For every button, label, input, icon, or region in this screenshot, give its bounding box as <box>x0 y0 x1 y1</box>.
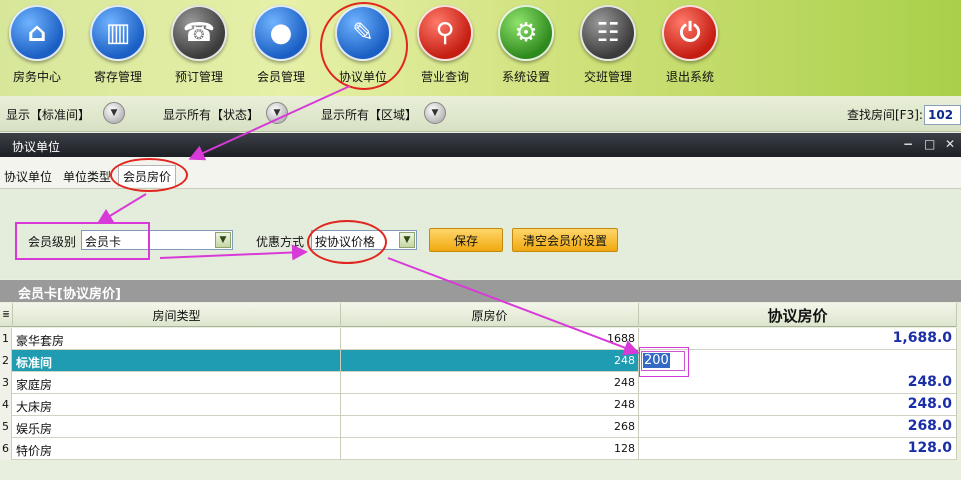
agreement-price-cell[interactable]: 248.0 <box>639 394 957 416</box>
toolbar-label: 会员管理 <box>256 70 305 84</box>
annotation-oval-discount <box>307 220 387 264</box>
show-status-label: 显示所有【状态】 <box>163 108 260 122</box>
show-area-dropdown[interactable]: ▼ <box>424 102 446 124</box>
room-type-cell[interactable]: 特价房 <box>13 438 341 460</box>
toolbar-label: 寄存管理 <box>93 70 142 84</box>
toolbar-label: 交班管理 <box>583 70 632 84</box>
show-type-dropdown[interactable]: ▼ <box>103 102 125 124</box>
annotation-box-level <box>15 222 150 260</box>
chevron-down-icon: ▼ <box>273 108 281 118</box>
original-price-cell[interactable]: 248 <box>341 394 639 416</box>
table-row[interactable]: 1 豪华套房 1688 1,688.0 <box>0 328 957 350</box>
save-button[interactable]: 保存 <box>429 228 503 252</box>
gear-icon: ⚙ <box>498 5 554 61</box>
room-type-cell[interactable]: 娱乐房 <box>13 416 341 438</box>
toolbar-item-shift[interactable]: ☷ 交班管理 <box>571 5 645 85</box>
row-number: 3 <box>0 372 12 394</box>
close-icon[interactable]: ✕ <box>945 137 955 151</box>
toolbar-item-storage[interactable]: ▥ 寄存管理 <box>81 5 155 85</box>
table-row-selected[interactable]: 2 标准间 248 200 <box>0 350 957 372</box>
house-icon: ⌂ <box>9 5 65 61</box>
toolbar-item-exit[interactable]: ⏻ 退出系统 <box>653 5 727 85</box>
row-number: 1 <box>0 328 12 350</box>
chevron-down-icon: ▼ <box>431 108 439 118</box>
toolbar-item-business-query[interactable]: ⚲ 营业查询 <box>408 5 482 85</box>
table-header: ≣ 房间类型 原房价 协议房价 <box>0 303 957 327</box>
row-indicator-icon: ≣ <box>0 303 13 327</box>
original-price-cell[interactable]: 248 <box>341 350 639 372</box>
toolbar-item-settings[interactable]: ⚙ 系统设置 <box>489 5 563 85</box>
show-area-label: 显示所有【区域】 <box>321 108 418 122</box>
group-icon: ☷ <box>580 5 636 61</box>
header-agreement-price[interactable]: 协议房价 <box>639 303 957 327</box>
room-type-cell[interactable]: 标准间 <box>13 350 341 372</box>
table-row[interactable]: 5 娱乐房 268 268.0 <box>0 416 957 438</box>
original-price-cell[interactable]: 268 <box>341 416 639 438</box>
maximize-icon[interactable]: □ <box>924 137 935 151</box>
discount-method-label: 优惠方式 <box>256 235 305 249</box>
main-toolbar: ⌂ 房务中心 ▥ 寄存管理 ☎ 预订管理 ● 会员管理 ✎ 协议单位 ⚲ 营业查… <box>0 0 961 96</box>
magnifier-icon: ⚲ <box>417 5 473 61</box>
grid-caption: 会员卡[协议房价] <box>0 280 961 302</box>
toolbar-item-member[interactable]: ● 会员管理 <box>244 5 318 85</box>
minimize-icon[interactable]: − <box>903 137 913 151</box>
agreement-price-cell[interactable]: 268.0 <box>639 416 957 438</box>
search-room-input[interactable]: 102 <box>924 105 961 125</box>
toolbar-label: 系统设置 <box>501 70 550 84</box>
annotation-oval-tab <box>110 158 188 192</box>
header-original-price[interactable]: 原房价 <box>341 303 639 327</box>
tab-unit-type[interactable]: 单位类型 <box>63 168 111 185</box>
chevron-down-icon: ▼ <box>215 232 231 248</box>
header-room-type[interactable]: 房间类型 <box>13 303 341 327</box>
toolbar-item-room-center[interactable]: ⌂ 房务中心 <box>0 5 74 85</box>
toolbar-label: 营业查询 <box>420 70 469 84</box>
table-row[interactable]: 3 家庭房 248 248.0 <box>0 372 957 394</box>
agreement-price-cell[interactable]: 128.0 <box>639 438 957 460</box>
show-type-label: 显示【标准间】 <box>6 108 91 122</box>
bag-icon: ▥ <box>90 5 146 61</box>
row-number: 6 <box>0 438 12 460</box>
window-title-bar: 协议单位 − □ ✕ <box>0 133 961 157</box>
row-number: 2 <box>0 350 12 372</box>
person-icon: ● <box>253 5 309 61</box>
original-price-cell[interactable]: 128 <box>341 438 639 460</box>
original-price-cell[interactable]: 1688 <box>341 328 639 350</box>
tab-agreement-unit[interactable]: 协议单位 <box>4 168 52 185</box>
toolbar-item-reservation[interactable]: ☎ 预订管理 <box>162 5 236 85</box>
toolbar-label: 房务中心 <box>12 70 61 84</box>
annotation-oval-toolbar <box>320 2 408 90</box>
room-type-cell[interactable]: 家庭房 <box>13 372 341 394</box>
power-icon: ⏻ <box>662 5 718 61</box>
original-price-cell[interactable]: 248 <box>341 372 639 394</box>
room-filter-bar: 显示【标准间】 ▼ 显示所有【状态】 ▼ 显示所有【区域】 ▼ 查找房间[F3]… <box>0 96 961 132</box>
window-title: 协议单位 <box>12 140 61 154</box>
chevron-down-icon: ▼ <box>110 108 118 118</box>
phone-icon: ☎ <box>171 5 227 61</box>
room-type-cell[interactable]: 豪华套房 <box>13 328 341 350</box>
search-room-label: 查找房间[F3]: <box>847 108 923 122</box>
toolbar-label: 预订管理 <box>174 70 223 84</box>
app-root: ⌂ 房务中心 ▥ 寄存管理 ☎ 预订管理 ● 会员管理 ✎ 协议单位 ⚲ 营业查… <box>0 0 961 480</box>
table-row[interactable]: 6 特价房 128 128.0 <box>0 438 957 460</box>
clear-member-price-button[interactable]: 清空会员价设置 <box>512 228 618 252</box>
chevron-down-icon: ▼ <box>399 232 415 248</box>
row-number: 5 <box>0 416 12 438</box>
row-number: 4 <box>0 394 12 416</box>
show-status-dropdown[interactable]: ▼ <box>266 102 288 124</box>
annotation-box-edit <box>639 347 689 377</box>
room-type-cell[interactable]: 大床房 <box>13 394 341 416</box>
table-row[interactable]: 4 大床房 248 248.0 <box>0 394 957 416</box>
toolbar-label: 退出系统 <box>665 70 714 84</box>
